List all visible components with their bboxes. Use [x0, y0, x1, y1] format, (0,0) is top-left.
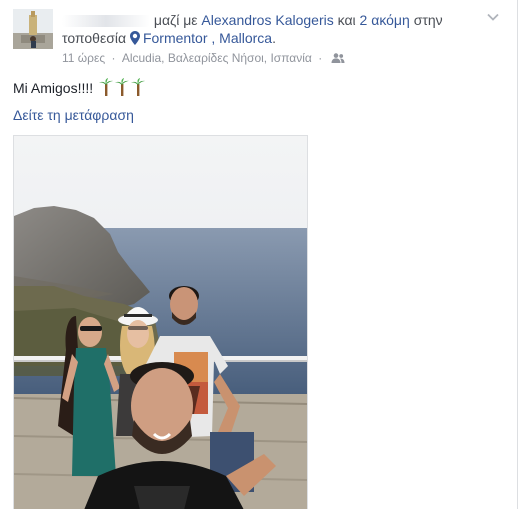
post-header: μαζί με Alexandros Kalogeris και 2 ακόμη…: [62, 10, 492, 30]
friends-icon[interactable]: [331, 53, 345, 63]
post-header-line-2: τοποθεσία Formentor , Mallorca.: [62, 28, 276, 48]
chevron-down-icon[interactable]: [486, 10, 500, 24]
meta-separator-2: ·: [318, 51, 323, 65]
author-name-blurred[interactable]: [62, 15, 150, 28]
place-link[interactable]: Formentor , Mallorca: [129, 30, 273, 46]
location-link[interactable]: Alcudia, Βαλεαρίδες Νήσοι, Ισπανία: [122, 51, 312, 65]
post-photo[interactable]: [13, 135, 308, 509]
map-pin-icon: [129, 31, 140, 45]
others-link[interactable]: 2 ακόμη: [360, 12, 410, 28]
location-prefix: στην: [413, 12, 443, 28]
tagged-person-link[interactable]: Alexandros Kalogeris: [201, 12, 333, 28]
feed-post: μαζί με Alexandros Kalogeris και 2 ακόμη…: [0, 0, 518, 509]
place-name: Formentor , Mallorca: [142, 30, 273, 46]
avatar[interactable]: [13, 9, 53, 49]
post-message: Mi Amigos!!!!: [13, 78, 147, 97]
meta-separator: ·: [111, 51, 116, 65]
timestamp-link[interactable]: 11 ώρες: [62, 51, 105, 65]
and-text: και: [337, 12, 356, 28]
palm-trees-icon: [99, 78, 146, 96]
see-translation-link[interactable]: Δείτε τη μετάφραση: [13, 106, 134, 124]
message-text: Mi Amigos!!!!: [13, 80, 94, 96]
location-prefix-2: τοποθεσία: [62, 30, 127, 46]
place-suffix: .: [272, 30, 276, 46]
with-text: μαζί με: [153, 12, 198, 28]
post-meta: 11 ώρες · Alcudia, Βαλεαρίδες Νήσοι, Ισπ…: [62, 50, 345, 66]
